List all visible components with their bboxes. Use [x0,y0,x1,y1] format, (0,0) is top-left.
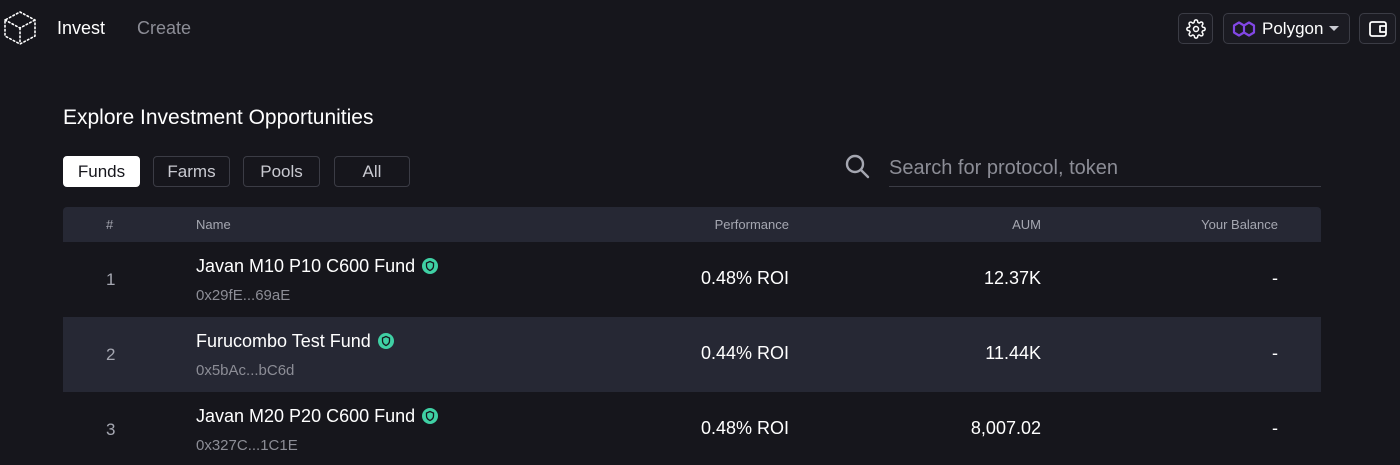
network-label: Polygon [1262,18,1324,38]
column-header-aum[interactable]: AUM [1012,217,1041,232]
gear-icon [1185,18,1206,39]
fund-name-text: Javan M20 P20 C600 Fund [196,406,416,426]
column-header-balance[interactable]: Your Balance [1201,217,1278,232]
wallet-icon [1368,20,1387,37]
fund-address[interactable]: 0x327C...1C1E [196,437,298,454]
search-input[interactable] [889,150,1321,187]
aum-value: 8,007.02 [970,418,1041,438]
chevron-down-icon [1329,26,1340,31]
filter-funds-button[interactable]: Funds [63,156,140,187]
aum-value: 11.44K [985,343,1041,363]
fund-address[interactable]: 0x29fE...69aE [196,287,290,304]
fund-name-text: Javan M10 P10 C600 Fund [196,256,416,276]
column-header-index: # [106,217,114,232]
row-index: 1 [106,270,116,289]
fund-name[interactable]: Javan M20 P20 C600 Fund [196,405,439,427]
fund-name-text: Furucombo Test Fund [196,331,371,351]
shield-check-icon [422,408,439,424]
table-row[interactable]: 1 Javan M10 P10 C600 Fund 0x29fE...69aE … [63,242,1321,317]
filter-all-button[interactable]: All [334,156,410,187]
table-row[interactable]: 3 Javan M20 P20 C600 Fund 0x327C...1C1E … [63,392,1321,465]
shield-check-icon [422,258,439,274]
polygon-icon [1232,20,1256,37]
nav-create-link[interactable]: Create [137,17,191,39]
performance-value: 0.48% ROI [700,268,789,288]
performance-value: 0.44% ROI [700,343,789,363]
page-title: Explore Investment Opportunities [63,106,374,129]
balance-value: - [1272,418,1278,438]
top-navigation: Invest Create Polygon [0,0,1400,56]
aum-value: 12.37K [983,268,1041,288]
cube-logo-icon[interactable] [2,10,38,46]
column-header-performance[interactable]: Performance [715,217,789,232]
shield-check-icon [377,333,394,349]
fund-address[interactable]: 0x5bAc...bC6d [196,362,294,379]
balance-value: - [1272,343,1278,363]
nav-invest-link[interactable]: Invest [57,17,105,39]
row-index: 2 [106,345,116,364]
row-index: 3 [106,420,116,439]
funds-table: # Name Performance AUM Your Balance 1 Ja… [63,207,1321,465]
network-selector[interactable]: Polygon [1223,13,1350,44]
table-header: # Name Performance AUM Your Balance [63,207,1321,242]
wallet-button[interactable] [1359,13,1396,44]
search-icon [845,154,870,179]
fund-name[interactable]: Furucombo Test Fund [196,330,394,352]
filter-pools-button[interactable]: Pools [243,156,320,187]
column-header-name[interactable]: Name [196,217,231,232]
table-row[interactable]: 2 Furucombo Test Fund 0x5bAc...bC6d 0.44… [63,317,1321,392]
fund-name[interactable]: Javan M10 P10 C600 Fund [196,255,439,277]
filter-farms-button[interactable]: Farms [153,156,230,187]
settings-button[interactable] [1178,13,1213,44]
balance-value: - [1272,268,1278,288]
performance-value: 0.48% ROI [700,418,789,438]
